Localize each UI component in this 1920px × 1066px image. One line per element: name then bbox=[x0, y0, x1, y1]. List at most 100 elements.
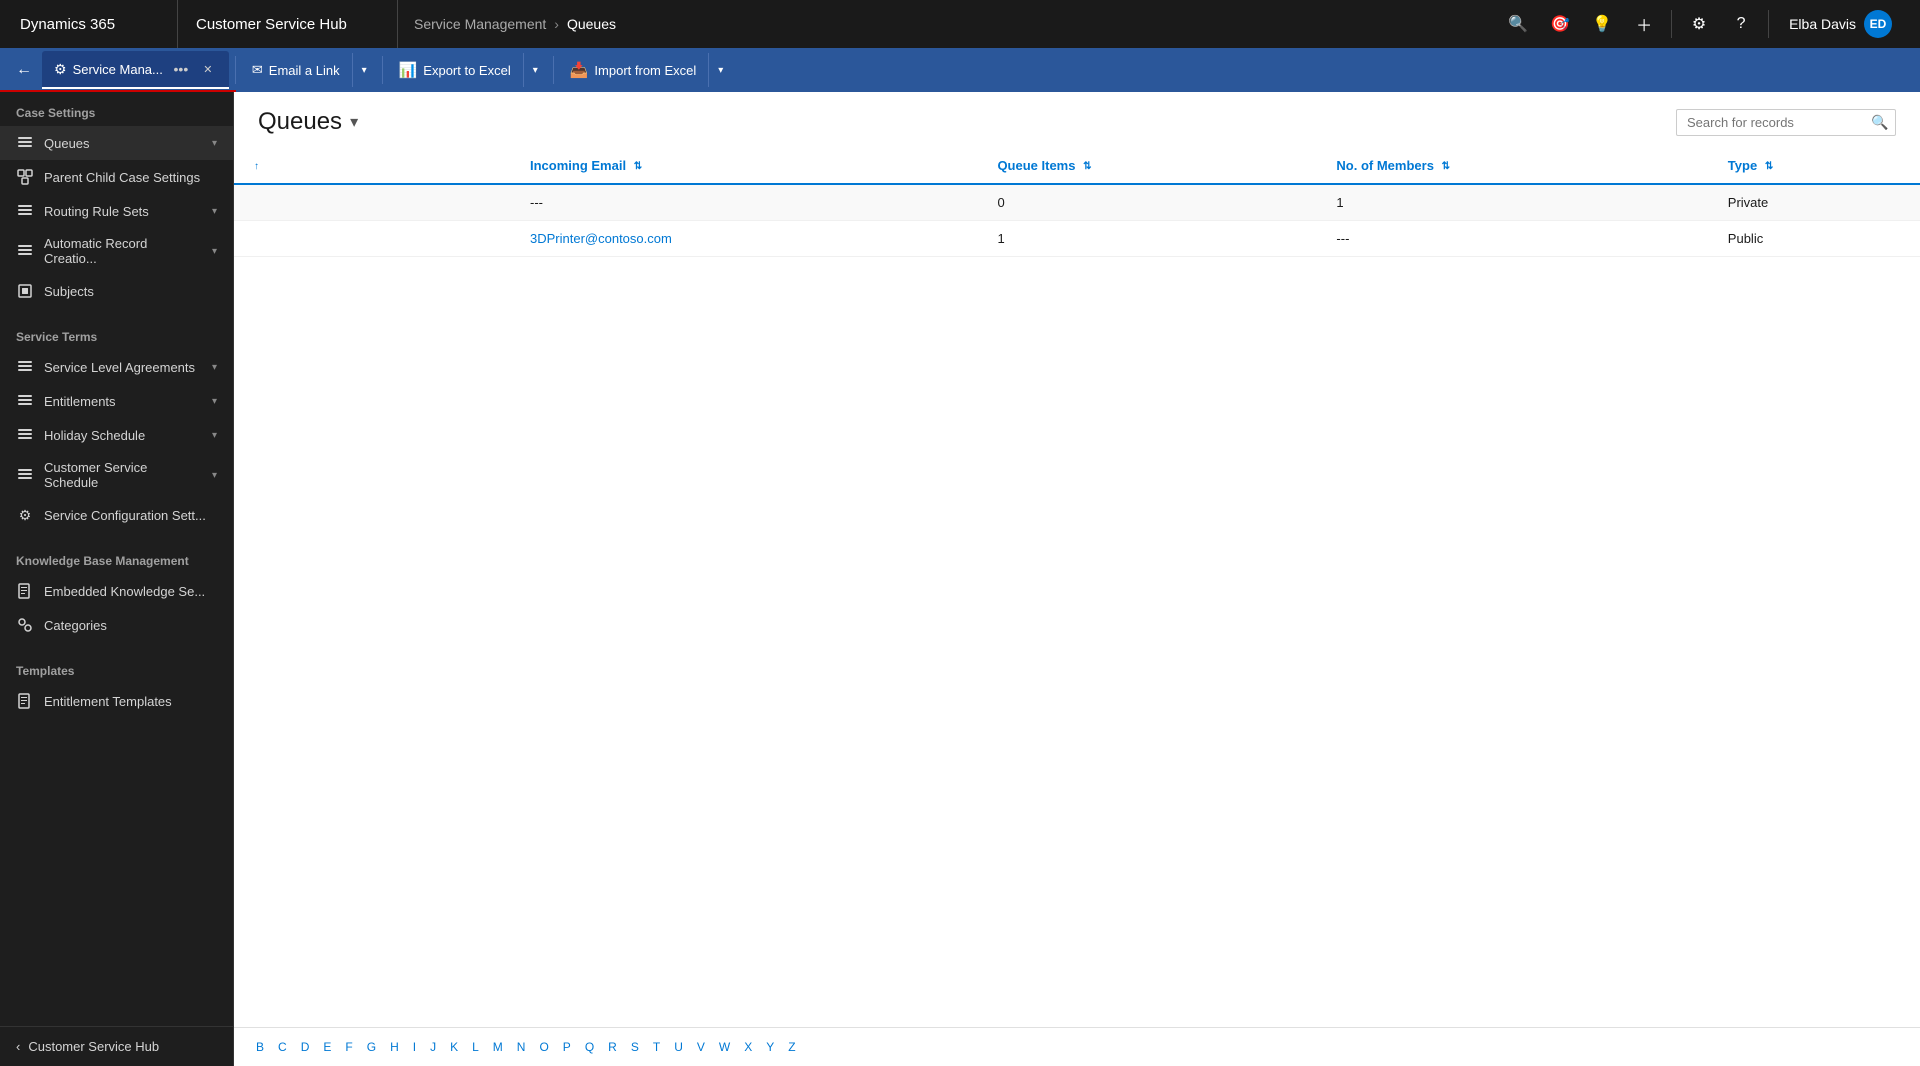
alpha-nav-letter[interactable]: D bbox=[295, 1036, 316, 1058]
sidebar-item-routing[interactable]: Routing Rule Sets ▾ bbox=[0, 194, 233, 228]
sidebar-item-holiday[interactable]: Holiday Schedule ▾ bbox=[0, 418, 233, 452]
sidebar: Case Settings Queues ▾ Parent Child Case… bbox=[0, 92, 234, 1066]
tab-close-icon[interactable]: ✕ bbox=[199, 60, 217, 78]
sidebar-item-customer-service-schedule[interactable]: Customer Service Schedule ▾ bbox=[0, 452, 233, 498]
alpha-nav-letter[interactable]: Z bbox=[782, 1036, 801, 1058]
import-excel-icon: 📥 bbox=[570, 61, 589, 79]
export-excel-icon: 📊 bbox=[399, 61, 418, 79]
sidebar-item-embedded-knowledge[interactable]: Embedded Knowledge Se... bbox=[0, 574, 233, 608]
col-name[interactable]: ↑ bbox=[234, 148, 514, 184]
back-button[interactable]: ← bbox=[8, 53, 40, 87]
alpha-nav-letter[interactable]: M bbox=[487, 1036, 509, 1058]
breadcrumb-parent[interactable]: Service Management bbox=[414, 16, 546, 32]
sidebar-footer-label: Customer Service Hub bbox=[28, 1039, 159, 1054]
sidebar-item-entitlement-templates[interactable]: Entitlement Templates bbox=[0, 684, 233, 718]
export-excel-button[interactable]: 📊 Export to Excel bbox=[389, 53, 521, 87]
alpha-nav-letter[interactable]: J bbox=[424, 1036, 442, 1058]
email-link-dropdown[interactable]: ▾ bbox=[352, 53, 376, 87]
sidebar-item-queues[interactable]: Queues ▾ bbox=[0, 126, 233, 160]
alpha-nav-letter[interactable]: K bbox=[444, 1036, 464, 1058]
import-excel-dropdown[interactable]: ▾ bbox=[708, 53, 732, 87]
email-link-label: Email a Link bbox=[269, 63, 340, 78]
user-menu-button[interactable]: Elba Davis ED bbox=[1777, 5, 1904, 43]
alpha-nav-letter[interactable]: Y bbox=[760, 1036, 780, 1058]
col-queue-items-sort[interactable]: ⇅ bbox=[1083, 161, 1091, 172]
search-icon: 🔍 bbox=[1871, 114, 1888, 131]
sidebar-item-entitlements[interactable]: Entitlements ▾ bbox=[0, 384, 233, 418]
table-header-row: ↑ Incoming Email ⇅ Queue Items ⇅ No. of … bbox=[234, 148, 1920, 184]
sla-icon bbox=[16, 358, 34, 376]
brand-logo[interactable]: Dynamics 365 bbox=[8, 0, 178, 48]
search-icon[interactable]: 🔍 bbox=[1499, 5, 1537, 43]
sidebar-footer[interactable]: ‹ Customer Service Hub bbox=[0, 1026, 233, 1066]
col-queue-items[interactable]: Queue Items ⇅ bbox=[981, 148, 1320, 184]
service-config-label: Service Configuration Sett... bbox=[44, 508, 206, 523]
table-row: 3DPrinter@contoso.com 1 --- Public bbox=[234, 221, 1920, 257]
sidebar-item-parent-child[interactable]: Parent Child Case Settings bbox=[0, 160, 233, 194]
alpha-nav-letter[interactable]: I bbox=[407, 1036, 422, 1058]
tab-more-icon[interactable]: ••• bbox=[169, 57, 193, 81]
alpha-nav-letter[interactable]: V bbox=[691, 1036, 711, 1058]
alpha-nav-letter[interactable]: P bbox=[557, 1036, 577, 1058]
alpha-nav-letter[interactable]: O bbox=[533, 1036, 554, 1058]
sidebar-item-subjects[interactable]: Subjects bbox=[0, 274, 233, 308]
main-layout: Case Settings Queues ▾ Parent Child Case… bbox=[0, 92, 1920, 1066]
page-title: Queues bbox=[258, 108, 342, 136]
alpha-nav-letter[interactable]: S bbox=[625, 1036, 645, 1058]
row1-type: Private bbox=[1712, 184, 1920, 221]
row2-name[interactable] bbox=[234, 221, 514, 257]
entitlement-templates-label: Entitlement Templates bbox=[44, 694, 172, 709]
table-row: --- 0 1 Private bbox=[234, 184, 1920, 221]
alpha-nav-letter[interactable]: G bbox=[361, 1036, 382, 1058]
alpha-nav-letter[interactable]: X bbox=[738, 1036, 758, 1058]
service-management-tab[interactable]: ⚙ Service Mana... ••• ✕ bbox=[42, 51, 229, 89]
search-input[interactable] bbox=[1687, 115, 1863, 130]
col-no-members-sort[interactable]: ⇅ bbox=[1442, 161, 1450, 172]
export-excel-dropdown[interactable]: ▾ bbox=[523, 53, 547, 87]
alpha-nav-letter[interactable]: E bbox=[317, 1036, 337, 1058]
alpha-nav-letter[interactable]: L bbox=[466, 1036, 485, 1058]
alpha-nav-letter[interactable]: R bbox=[602, 1036, 623, 1058]
row1-no-members: 1 bbox=[1320, 184, 1711, 221]
alpha-nav-letter[interactable]: Q bbox=[579, 1036, 600, 1058]
alpha-nav-letter[interactable]: N bbox=[511, 1036, 532, 1058]
row2-incoming-email[interactable]: 3DPrinter@contoso.com bbox=[514, 221, 981, 257]
col-incoming-email-label: Incoming Email bbox=[530, 158, 626, 173]
user-name: Elba Davis bbox=[1789, 16, 1856, 32]
row1-name[interactable] bbox=[234, 184, 514, 221]
help-icon[interactable]: ? bbox=[1722, 5, 1760, 43]
page-title-row: Queues ▾ bbox=[258, 108, 358, 136]
target-icon[interactable]: 🎯 bbox=[1541, 5, 1579, 43]
add-icon[interactable]: ＋ bbox=[1625, 5, 1663, 43]
cs-schedule-icon bbox=[16, 466, 34, 484]
col-incoming-email-sort[interactable]: ⇅ bbox=[634, 161, 642, 172]
col-name-sort[interactable]: ↑ bbox=[254, 161, 259, 172]
alpha-nav-letter[interactable]: U bbox=[668, 1036, 689, 1058]
import-excel-button[interactable]: 📥 Import from Excel bbox=[560, 53, 707, 87]
nav-divider-2 bbox=[1768, 10, 1769, 38]
alpha-nav-letter[interactable]: T bbox=[647, 1036, 666, 1058]
categories-icon bbox=[16, 616, 34, 634]
settings-icon[interactable]: ⚙ bbox=[1680, 5, 1718, 43]
col-no-members[interactable]: No. of Members ⇅ bbox=[1320, 148, 1711, 184]
cs-schedule-chevron: ▾ bbox=[212, 470, 217, 481]
alpha-nav-letter[interactable]: W bbox=[713, 1036, 736, 1058]
alpha-nav-letter[interactable]: H bbox=[384, 1036, 405, 1058]
sidebar-item-service-config[interactable]: ⚙ Service Configuration Sett... bbox=[0, 498, 233, 532]
alpha-nav-letter[interactable]: C bbox=[272, 1036, 293, 1058]
col-incoming-email[interactable]: Incoming Email ⇅ bbox=[514, 148, 981, 184]
embedded-knowledge-icon bbox=[16, 582, 34, 600]
search-box[interactable]: 🔍 bbox=[1676, 109, 1896, 136]
alpha-nav-letter[interactable]: B bbox=[250, 1036, 270, 1058]
title-chevron[interactable]: ▾ bbox=[350, 112, 358, 132]
sidebar-item-categories[interactable]: Categories bbox=[0, 608, 233, 642]
app-name[interactable]: Customer Service Hub bbox=[178, 0, 398, 48]
col-type[interactable]: Type ⇅ bbox=[1712, 148, 1920, 184]
sidebar-item-sla[interactable]: Service Level Agreements ▾ bbox=[0, 350, 233, 384]
email-link-button[interactable]: ✉ Email a Link bbox=[242, 53, 350, 87]
lightbulb-icon[interactable]: 💡 bbox=[1583, 5, 1621, 43]
col-type-sort[interactable]: ⇅ bbox=[1765, 161, 1773, 172]
sidebar-item-auto-record[interactable]: Automatic Record Creatio... ▾ bbox=[0, 228, 233, 274]
sidebar-footer-back-icon: ‹ bbox=[16, 1039, 20, 1054]
alpha-nav-letter[interactable]: F bbox=[339, 1036, 358, 1058]
